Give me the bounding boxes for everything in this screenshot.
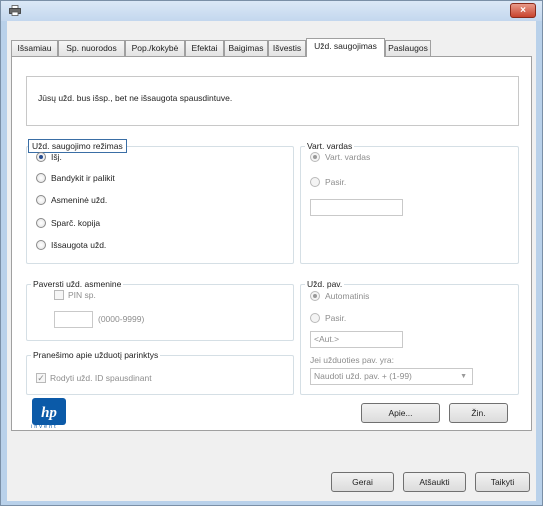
checkbox-icon: [54, 290, 64, 300]
storage-mode-personal-label: Asmeninė užd.: [51, 195, 108, 205]
user-name-default-radio[interactable]: Vart. vardas: [310, 152, 370, 162]
job-storage-page: Jūsų užd. bus išsp., bet ne išsaugota sp…: [11, 56, 532, 431]
user-name-title: Vart. vardas: [305, 140, 355, 152]
pin-range-label: (0000-9999): [98, 314, 145, 324]
show-job-id-label: Rodyti užd. ID spausdinant: [50, 373, 152, 383]
job-name-exists-select[interactable]: Naudoti užd. pav. + (1-99) ▼: [310, 368, 473, 385]
radio-icon: [310, 177, 320, 187]
radio-selected-icon: [310, 291, 320, 301]
tab-finishing[interactable]: Baigimas: [224, 40, 268, 56]
user-name-group: Vart. vardas Vart. vardas Pasir.: [300, 140, 519, 264]
user-name-custom-radio[interactable]: Pasir.: [310, 177, 346, 187]
help-button[interactable]: Žin.: [449, 403, 508, 423]
radio-icon: [36, 240, 46, 250]
pin-label: PIN sp.: [68, 290, 96, 300]
apply-button[interactable]: Taikyti: [475, 472, 530, 492]
tab-shortcuts[interactable]: Sp. nuorodos: [58, 40, 125, 56]
storage-mode-title: Užd. saugojimo režimas: [28, 139, 127, 153]
dialog-client-area: Išsamiau Sp. nuorodos Pop./kokybė Efekta…: [7, 21, 536, 501]
notification-options-title: Pranešimo apie užduotį parinktys: [31, 349, 161, 361]
pin-checkbox[interactable]: PIN sp.: [54, 290, 96, 300]
user-name-default-label: Vart. vardas: [325, 152, 371, 162]
job-name-exists-label: Jei užduoties pav. yra:: [310, 355, 394, 365]
job-name-input[interactable]: <Aut.>: [310, 331, 403, 348]
storage-mode-stored-label: Išsaugota užd.: [51, 240, 107, 250]
tab-services[interactable]: Paslaugos: [385, 40, 431, 56]
radio-icon: [310, 313, 320, 323]
checkmark-icon: ✓: [36, 373, 46, 383]
printer-properties-window: × Išsamiau Sp. nuorodos Pop./kokybė Efek…: [0, 0, 543, 506]
job-name-custom-label: Pasir.: [325, 313, 347, 323]
svg-text:hp: hp: [41, 405, 57, 421]
storage-mode-proof-hold-radio[interactable]: Bandykit ir palikit: [36, 173, 115, 183]
about-button[interactable]: Apie...: [361, 403, 440, 423]
storage-mode-proof-hold-label: Bandykit ir palikit: [51, 173, 115, 183]
job-name-group: Užd. pav. Automatinis Pasir. <Aut.> Jei …: [300, 278, 519, 395]
job-name-auto-label: Automatinis: [325, 291, 370, 301]
make-private-title: Paversti užd. asmenine: [31, 278, 124, 290]
tab-output[interactable]: Išvestis: [268, 40, 306, 56]
tab-effects[interactable]: Efektai: [185, 40, 224, 56]
ok-button[interactable]: Gerai: [331, 472, 394, 492]
tab-paper-quality[interactable]: Pop./kokybė: [125, 40, 185, 56]
dropdown-arrow-icon: ▼: [460, 373, 467, 380]
radio-icon: [36, 218, 46, 228]
job-name-title: Užd. pav.: [305, 278, 345, 290]
tab-advanced[interactable]: Išsamiau: [11, 40, 58, 56]
storage-mode-stored-radio[interactable]: Išsaugota užd.: [36, 240, 106, 250]
user-name-custom-label: Pasir.: [325, 177, 347, 187]
storage-mode-quick-copy-label: Sparč. kopija: [51, 218, 101, 228]
radio-icon: [36, 173, 46, 183]
storage-mode-quick-copy-radio[interactable]: Sparč. kopija: [36, 218, 100, 228]
storage-mode-off-radio[interactable]: Išj.: [36, 152, 62, 162]
job-name-auto-radio[interactable]: Automatinis: [310, 291, 369, 301]
radio-selected-icon: [36, 152, 46, 162]
storage-mode-group: Užd. saugojimo režimas Išj. Bandykit ir …: [26, 139, 294, 264]
close-button[interactable]: ×: [510, 3, 536, 18]
cancel-button[interactable]: Atšaukti: [403, 472, 466, 492]
notification-options-group: Pranešimo apie užduotį parinktys ✓ Rodyt…: [26, 349, 294, 395]
radio-selected-icon: [310, 152, 320, 162]
storage-mode-personal-radio[interactable]: Asmeninė užd.: [36, 195, 107, 205]
tab-job-storage[interactable]: Užd. saugojimas: [306, 38, 385, 57]
hp-logo-text: invent: [31, 424, 58, 430]
job-name-exists-value: Naudoti užd. pav. + (1-99): [314, 371, 412, 381]
title-bar[interactable]: ×: [1, 1, 542, 21]
printer-icon: [9, 5, 21, 16]
show-job-id-checkbox[interactable]: ✓ Rodyti užd. ID spausdinant: [36, 373, 152, 383]
status-info-box: Jūsų užd. bus išsp., bet ne išsaugota sp…: [26, 76, 519, 126]
radio-icon: [36, 195, 46, 205]
storage-mode-off-label: Išj.: [51, 152, 62, 162]
pin-input[interactable]: [54, 311, 93, 328]
user-name-input[interactable]: [310, 199, 403, 216]
make-private-group: Paversti užd. asmenine PIN sp. (0000-999…: [26, 278, 294, 341]
status-info-text: Jūsų užd. bus išsp., bet ne išsaugota sp…: [38, 93, 233, 103]
job-name-custom-radio[interactable]: Pasir.: [310, 313, 346, 323]
